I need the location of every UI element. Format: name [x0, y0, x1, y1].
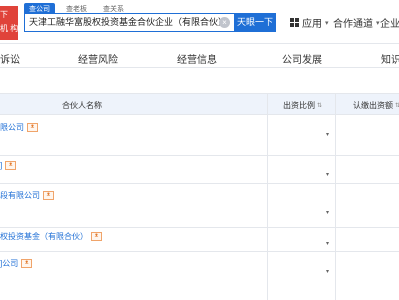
person-tag-icon: ᴥ	[91, 232, 102, 241]
sort-icon: ⇅	[317, 103, 323, 110]
clear-icon[interactable]: ×	[219, 17, 230, 28]
tab-company-development[interactable]: 公司发展	[282, 51, 322, 66]
table-row: 段有限公司 ᴥ ▾	[0, 184, 399, 228]
nav-partnership[interactable]: 合作通道 ▾	[333, 15, 380, 30]
partner-name-link[interactable]: 段有限公司 ᴥ	[0, 190, 54, 201]
person-tag-icon: ᴥ	[43, 191, 54, 200]
nav-enterprise[interactable]: 企业	[380, 15, 399, 30]
column-contribution-ratio[interactable]: 出资比例 ⇅	[283, 100, 322, 111]
person-tag-icon: ᴥ	[5, 161, 17, 170]
table-row: ]公司 ᴥ ▾	[0, 252, 399, 300]
chevron-down-icon: ▾	[376, 19, 380, 27]
column-subscribed-capital[interactable]: 认缴出资额 ⇅	[353, 100, 399, 111]
table-header: 合伙人名称 出资比例 ⇅ 认缴出资额 ⇅	[0, 93, 399, 115]
chevron-down-icon[interactable]: ▾	[326, 209, 329, 216]
search-input[interactable]: 天津工融华富股权投资基金合伙企业（有限合伙）	[24, 13, 234, 32]
sort-icon: ⇅	[395, 103, 399, 110]
chevron-down-icon[interactable]: ▾	[326, 240, 329, 247]
partner-name: 权投资基金（有限合伙）	[0, 232, 88, 241]
table-row: 限公司 ᴥ ▾	[0, 115, 399, 156]
chevron-down-icon[interactable]: ▾	[326, 268, 329, 275]
person-tag-icon: ᴥ	[21, 259, 33, 268]
nav-partnership-label: 合作通道	[333, 19, 373, 30]
partner-name: ]公司	[0, 259, 19, 268]
nav-apps-label: 应用	[302, 19, 322, 30]
column-subscribed-capital-label: 认缴出资额	[353, 101, 393, 110]
tab-operating-info[interactable]: 经营信息	[177, 51, 217, 66]
partner-name-link[interactable]: ]公司 ᴥ	[0, 258, 33, 269]
table-row: ] ᴥ ▾	[0, 156, 399, 184]
nav-apps[interactable]: 应用 ▾	[290, 15, 329, 30]
app-download-badge[interactable]: 下 机 构	[0, 6, 18, 40]
partner-name: 段有限公司	[0, 191, 40, 200]
grid-icon	[290, 18, 299, 27]
partner-table: 合伙人名称 出资比例 ⇅ 认缴出资额 ⇅ 限公司 ᴥ ▾ ] ᴥ ▾ 段有限公司 ᴥ ▾ …	[0, 68, 399, 300]
chevron-down-icon[interactable]: ▾	[326, 171, 329, 178]
partner-name-link[interactable]: ] ᴥ	[0, 161, 17, 170]
person-tag-icon: ᴥ	[27, 123, 38, 132]
column-contribution-ratio-label: 出资比例	[283, 101, 315, 110]
chevron-down-icon: ▾	[325, 19, 329, 27]
partner-name: 限公司	[0, 123, 24, 132]
section-tabs: 诉讼 经营风险 经营信息 公司发展 知识	[0, 44, 399, 68]
badge-line-1: 下	[0, 10, 8, 19]
top-bar: 下 机 构 查公司 查老板 查关系 天津工融华富股权投资基金合伙企业（有限合伙）…	[0, 0, 399, 44]
chevron-down-icon[interactable]: ▾	[326, 131, 329, 138]
partner-name: ]	[0, 161, 3, 170]
table-row: 权投资基金（有限合伙） ᴥ ▾	[0, 228, 399, 252]
tab-litigation[interactable]: 诉讼	[0, 51, 20, 66]
search-button[interactable]: 天眼一下	[234, 13, 276, 32]
badge-line-2: 机 构	[0, 24, 18, 33]
tab-operating-risk[interactable]: 经营风险	[78, 51, 118, 66]
nav-enterprise-label: 企业	[380, 19, 399, 30]
column-partner-name: 合伙人名称	[62, 101, 102, 110]
partner-name-link[interactable]: 限公司 ᴥ	[0, 122, 38, 133]
partner-name-link[interactable]: 权投资基金（有限合伙） ᴥ	[0, 231, 102, 242]
tab-ip[interactable]: 知识	[381, 51, 399, 66]
